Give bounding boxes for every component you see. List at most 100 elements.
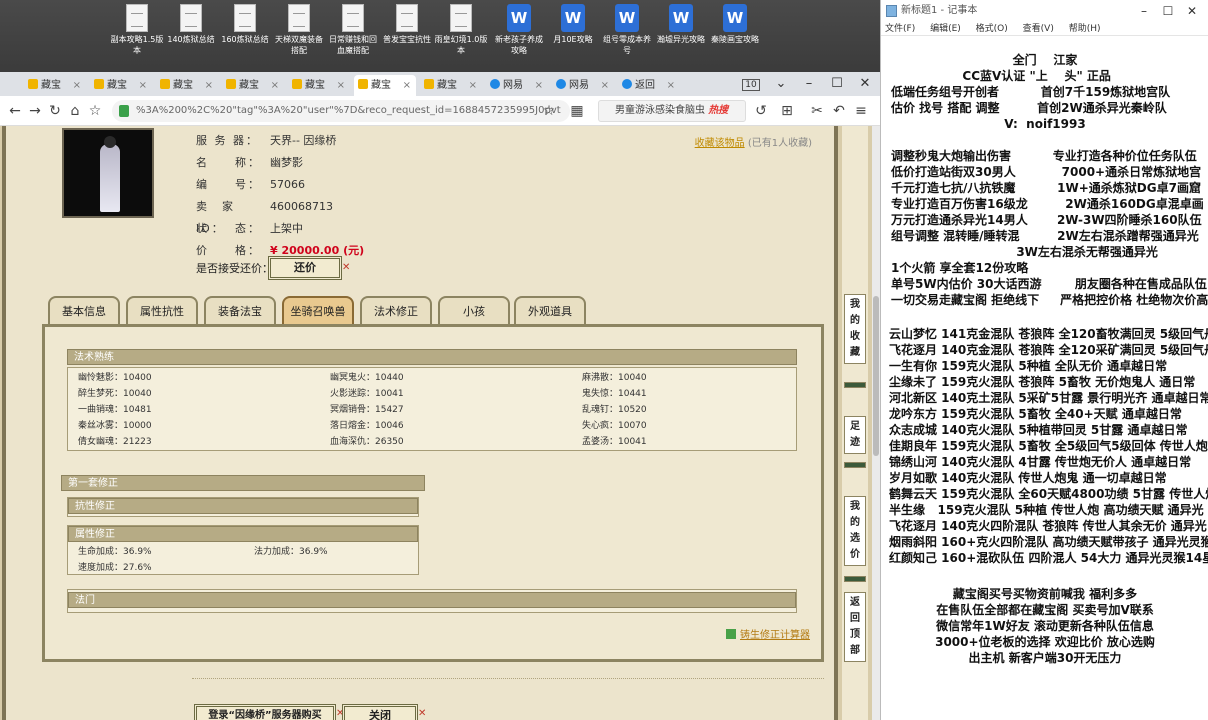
my-price-button[interactable]: 我的选价 <box>844 496 866 566</box>
close-button[interactable]: ✕ <box>850 72 880 96</box>
footprint-button[interactable]: 足迹 <box>844 416 866 454</box>
desktop-icon[interactable]: W 秦陵画宝攻略 <box>708 4 762 45</box>
desktop-icon[interactable]: 140炼狱总结 <box>164 4 218 45</box>
notepad-line: 尘缘未了 159克火混队 苍狼阵 5畜牧 无价炮鬼人 通日常 <box>889 375 1196 389</box>
desktop-icon[interactable]: 雨皇幻境1.0版本 <box>434 4 488 56</box>
menu-help[interactable]: 帮助(H) <box>1069 24 1101 34</box>
notepad-titlebar: 新标题1 - 记事本 – ☐ ✕ <box>881 0 1208 22</box>
calc-link[interactable]: 铸生修正计算器 <box>726 626 810 641</box>
url-input[interactable]: %3A%200%2C%20"tag"%3A%20"user"%7D&reco_r… <box>112 100 570 122</box>
scrollbar[interactable] <box>872 126 880 720</box>
tab-6[interactable]: 外观道具 <box>514 296 586 326</box>
back-icon[interactable]: ← <box>6 102 24 120</box>
desktop-icon[interactable]: 160炼狱总结 <box>218 4 272 45</box>
browser-tab[interactable]: 藏宝 × <box>222 75 284 96</box>
tab-count[interactable]: 10 <box>736 72 766 96</box>
tab-close-icon[interactable]: × <box>271 75 279 96</box>
my-favorites-button[interactable]: 我的收藏 <box>844 294 866 364</box>
id-row: 编 号： 57066 <box>196 174 476 196</box>
menu-file[interactable]: 文件(F) <box>885 24 915 34</box>
menu-icon[interactable]: ≡ <box>852 102 870 120</box>
menu-edit[interactable]: 编辑(E) <box>930 24 961 34</box>
side-separator <box>844 462 866 468</box>
tab-close-icon[interactable]: × <box>535 75 543 96</box>
close-button[interactable]: ✕ <box>1181 0 1203 22</box>
minimize-button[interactable]: – <box>794 72 824 96</box>
resist-correction: 抗性修正 <box>67 497 419 517</box>
grid2-icon[interactable]: ⊞ <box>778 102 796 120</box>
browser-tab[interactable]: 藏宝 × <box>156 75 218 96</box>
tab-5[interactable]: 小孩 <box>438 296 510 326</box>
tab-label: 藏宝 <box>173 80 193 91</box>
back-to-top-button[interactable]: 返回顶部 <box>844 592 866 662</box>
tab-3[interactable]: 坐骑召唤兽 <box>282 296 354 326</box>
forward-icon[interactable]: → <box>26 102 44 120</box>
grid-icon[interactable]: ▦ <box>568 102 586 120</box>
browser-tab[interactable]: 藏宝 × <box>354 75 416 96</box>
browser-tab[interactable]: 网易 × <box>486 75 548 96</box>
tab-label: 网易 <box>503 80 523 91</box>
undo-icon[interactable]: ↶ <box>830 102 848 120</box>
home-icon[interactable]: ⌂ <box>66 102 84 120</box>
tab-close-icon[interactable]: × <box>403 75 411 96</box>
tab-1[interactable]: 属性抗性 <box>126 296 198 326</box>
favicon-icon <box>160 79 170 89</box>
star-icon[interactable]: ☆ <box>86 102 104 120</box>
tab-close-icon[interactable]: × <box>337 75 345 96</box>
name-value: 幽梦影 <box>270 156 303 169</box>
refresh-icon[interactable]: ↺ <box>752 102 770 120</box>
notepad-text-area[interactable]: 全门 江家 CC蓝V认证 "上 头" 正品 低端任务组号开创者 首创7千159炼狱… <box>881 38 1208 720</box>
menu-view[interactable]: 查看(V) <box>1023 24 1054 34</box>
desktop-icon[interactable]: W 新老孩子养成攻略 <box>492 4 546 56</box>
search-input[interactable]: 男童游泳感染食脑虫 热搜 <box>598 100 746 122</box>
tab-close-icon[interactable]: × <box>139 75 147 96</box>
menu-format[interactable]: 格式(O) <box>976 24 1008 34</box>
chevron-down-icon[interactable]: ⌄ <box>766 72 796 96</box>
skill-item: 幽怜魅影：10400 <box>78 373 152 383</box>
side-nav: 我的收藏 足迹 我的选价 返回顶部 <box>842 126 868 720</box>
tab-close-icon[interactable]: × <box>667 75 675 96</box>
desktop-icon[interactable]: 日常赚钱和回血魔搭配 <box>326 4 380 56</box>
tab-4[interactable]: 法术修正 <box>360 296 432 326</box>
desktop-icon[interactable]: 普发宝宝抗性 <box>380 4 434 45</box>
attr-mp: 法力加成：36.9% <box>254 547 328 557</box>
collect-link[interactable]: 收藏该物品 <box>695 138 745 149</box>
desktop-icon[interactable]: W 组号零成本养号 <box>600 4 654 56</box>
tab-close-icon[interactable]: × <box>601 75 609 96</box>
login-buy-button[interactable]: 登录“因缘桥”服务器购买 <box>194 704 336 720</box>
attr-title: 属性修正 <box>68 526 418 542</box>
minimize-button[interactable]: – <box>1133 0 1155 22</box>
maximize-button[interactable]: ☐ <box>822 72 852 96</box>
scissors-icon[interactable]: ✂ <box>808 102 826 120</box>
desktop-icon[interactable]: W 瀚墟异光攻略 <box>654 4 708 45</box>
tab-close-icon[interactable]: × <box>205 75 213 96</box>
browser-tab[interactable]: 返回 × <box>618 75 680 96</box>
scrollbar-thumb[interactable] <box>873 296 879 456</box>
desktop-icon[interactable]: 副本攻略1.5版本 <box>110 4 164 56</box>
counter-offer-button[interactable]: 还价 <box>268 256 342 280</box>
browser-tab[interactable]: 藏宝 × <box>90 75 152 96</box>
reload-icon[interactable]: ↻ <box>46 102 64 120</box>
name-row: 名 称： 幽梦影 <box>196 152 476 174</box>
notepad-line: 组号调整 混转睡/睡转混 2W左右混杀蹭帮强通异光 <box>891 229 1199 243</box>
notepad-icon <box>886 5 897 17</box>
text-document-icon <box>288 4 310 32</box>
bookmark-star-icon[interactable]: ☆ <box>540 102 558 120</box>
tab-2[interactable]: 装备法宝 <box>204 296 276 326</box>
skill-item: 失心疯：10070 <box>582 421 647 431</box>
browser-tab[interactable]: 网易 × <box>552 75 614 96</box>
browser-tab[interactable]: 藏宝 × <box>288 75 350 96</box>
divider <box>192 678 824 679</box>
browser-tab[interactable]: 藏宝 × <box>24 75 86 96</box>
tab-close-icon[interactable]: × <box>469 75 477 96</box>
desktop-icon[interactable]: W 月10E攻略 <box>546 4 600 45</box>
tab-0[interactable]: 基本信息 <box>48 296 120 326</box>
browser-tab[interactable]: 藏宝 × <box>420 75 482 96</box>
notepad-menu: 文件(F) 编辑(E) 格式(O) 查看(V) 帮助(H) <box>881 22 1208 36</box>
tab-close-icon[interactable]: × <box>73 75 81 96</box>
close-page-button[interactable]: 关闭 <box>342 704 418 720</box>
notepad-line: 单号5W内估价 30大话西游 朋友圈各种在售成品队伍 <box>891 277 1207 291</box>
maximize-button[interactable]: ☐ <box>1157 0 1179 22</box>
desktop-icon[interactable]: 天梯双魔装备搭配 <box>272 4 326 56</box>
notepad-line: 调整秒鬼大炮输出伤害 专业打造各种价位任务队伍 <box>891 149 1197 163</box>
